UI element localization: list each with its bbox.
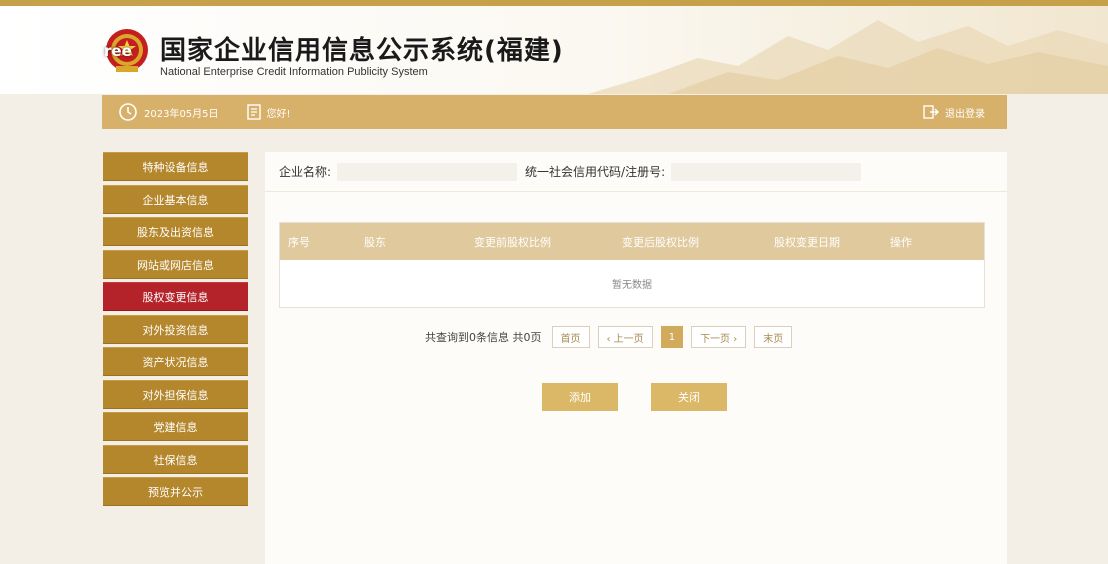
watermark-text: ree xyxy=(104,42,132,60)
empty-state-text: 暂无数据 xyxy=(612,280,652,291)
sidebar-item-guarantee[interactable]: 对外担保信息 xyxy=(103,379,248,409)
site-title: 国家企业信用信息公示系统(福建) xyxy=(160,36,564,66)
document-icon xyxy=(246,104,261,120)
column-header: 序号 xyxy=(288,235,310,249)
next-page-button[interactable]: 下一页 › xyxy=(691,326,747,348)
column-header: 变更前股权比例 xyxy=(474,235,551,249)
sidebar-item-websites[interactable]: 网站或网店信息 xyxy=(103,249,248,279)
last-page-button[interactable]: 末页 xyxy=(754,326,793,348)
sidebar-item-preview-publish[interactable]: 预览并公示 xyxy=(103,477,248,506)
column-header: 股东 xyxy=(364,235,386,249)
close-button[interactable]: 关闭 xyxy=(651,383,727,411)
company-name-label: 企业名称: xyxy=(279,165,332,179)
sidebar-item-assets[interactable]: 资产状况信息 xyxy=(103,347,248,376)
credit-code-label: 统一社会信用代码/注册号: xyxy=(525,165,666,179)
logout-button[interactable]: 退出登录 xyxy=(923,105,985,120)
site-banner: 国家企业信用信息公示系统(福建) National Enterprise Cre… xyxy=(0,6,1108,94)
sidebar-item-equity-change[interactable]: 股权变更信息 xyxy=(103,282,248,311)
mountain-decoration xyxy=(588,20,1108,94)
column-header: 股权变更日期 xyxy=(774,235,840,249)
sidebar-item-investment[interactable]: 对外投资信息 xyxy=(103,314,248,344)
column-header: 变更后股权比例 xyxy=(622,235,699,249)
current-page-button[interactable]: 1 xyxy=(660,326,684,348)
pagination-summary: 共查询到0条信息 共0页 xyxy=(425,331,542,344)
site-subtitle: National Enterprise Credit Information P… xyxy=(160,66,428,78)
credit-code-field[interactable] xyxy=(671,162,862,181)
company-info-row: 企业名称: 统一社会信用代码/注册号: xyxy=(265,152,1007,192)
sidebar-item-special-equipment[interactable]: 特种设备信息 xyxy=(103,152,248,181)
main-content: 企业名称: 统一社会信用代码/注册号: 序号 股东 变更前股权比例 变更后股权比… xyxy=(265,152,1007,564)
clock-icon xyxy=(119,103,137,121)
sidebar-item-social-security[interactable]: 社保信息 xyxy=(103,444,248,474)
table-header: 序号 股东 变更前股权比例 变更后股权比例 股权变更日期 操作 xyxy=(280,223,984,260)
logout-icon xyxy=(923,105,939,119)
company-name-field[interactable] xyxy=(337,162,518,181)
info-bar: 2023年05月5日 您好! 退出登录 xyxy=(102,95,1007,129)
pagination: 共查询到0条信息 共0页 首页 ‹ 上一页 1 下一页 › 末页 xyxy=(425,326,800,348)
greeting-text: 您好! xyxy=(266,108,291,120)
sidebar-nav: 特种设备信息 企业基本信息 股东及出资信息 网站或网店信息 股权变更信息 对外投… xyxy=(103,152,248,510)
add-button[interactable]: 添加 xyxy=(542,383,618,411)
first-page-button[interactable]: 首页 xyxy=(551,326,590,348)
equity-change-table: 序号 股东 变更前股权比例 变更后股权比例 股权变更日期 操作 暂无数据 xyxy=(279,222,985,308)
column-header: 操作 xyxy=(890,235,912,249)
sidebar-item-party[interactable]: 党建信息 xyxy=(103,412,248,441)
current-date: 2023年05月5日 xyxy=(144,108,219,120)
sidebar-item-basic-info[interactable]: 企业基本信息 xyxy=(103,184,248,214)
sidebar-item-shareholders[interactable]: 股东及出资信息 xyxy=(103,217,248,246)
prev-page-button[interactable]: ‹ 上一页 xyxy=(597,326,653,348)
logout-label: 退出登录 xyxy=(945,108,985,120)
